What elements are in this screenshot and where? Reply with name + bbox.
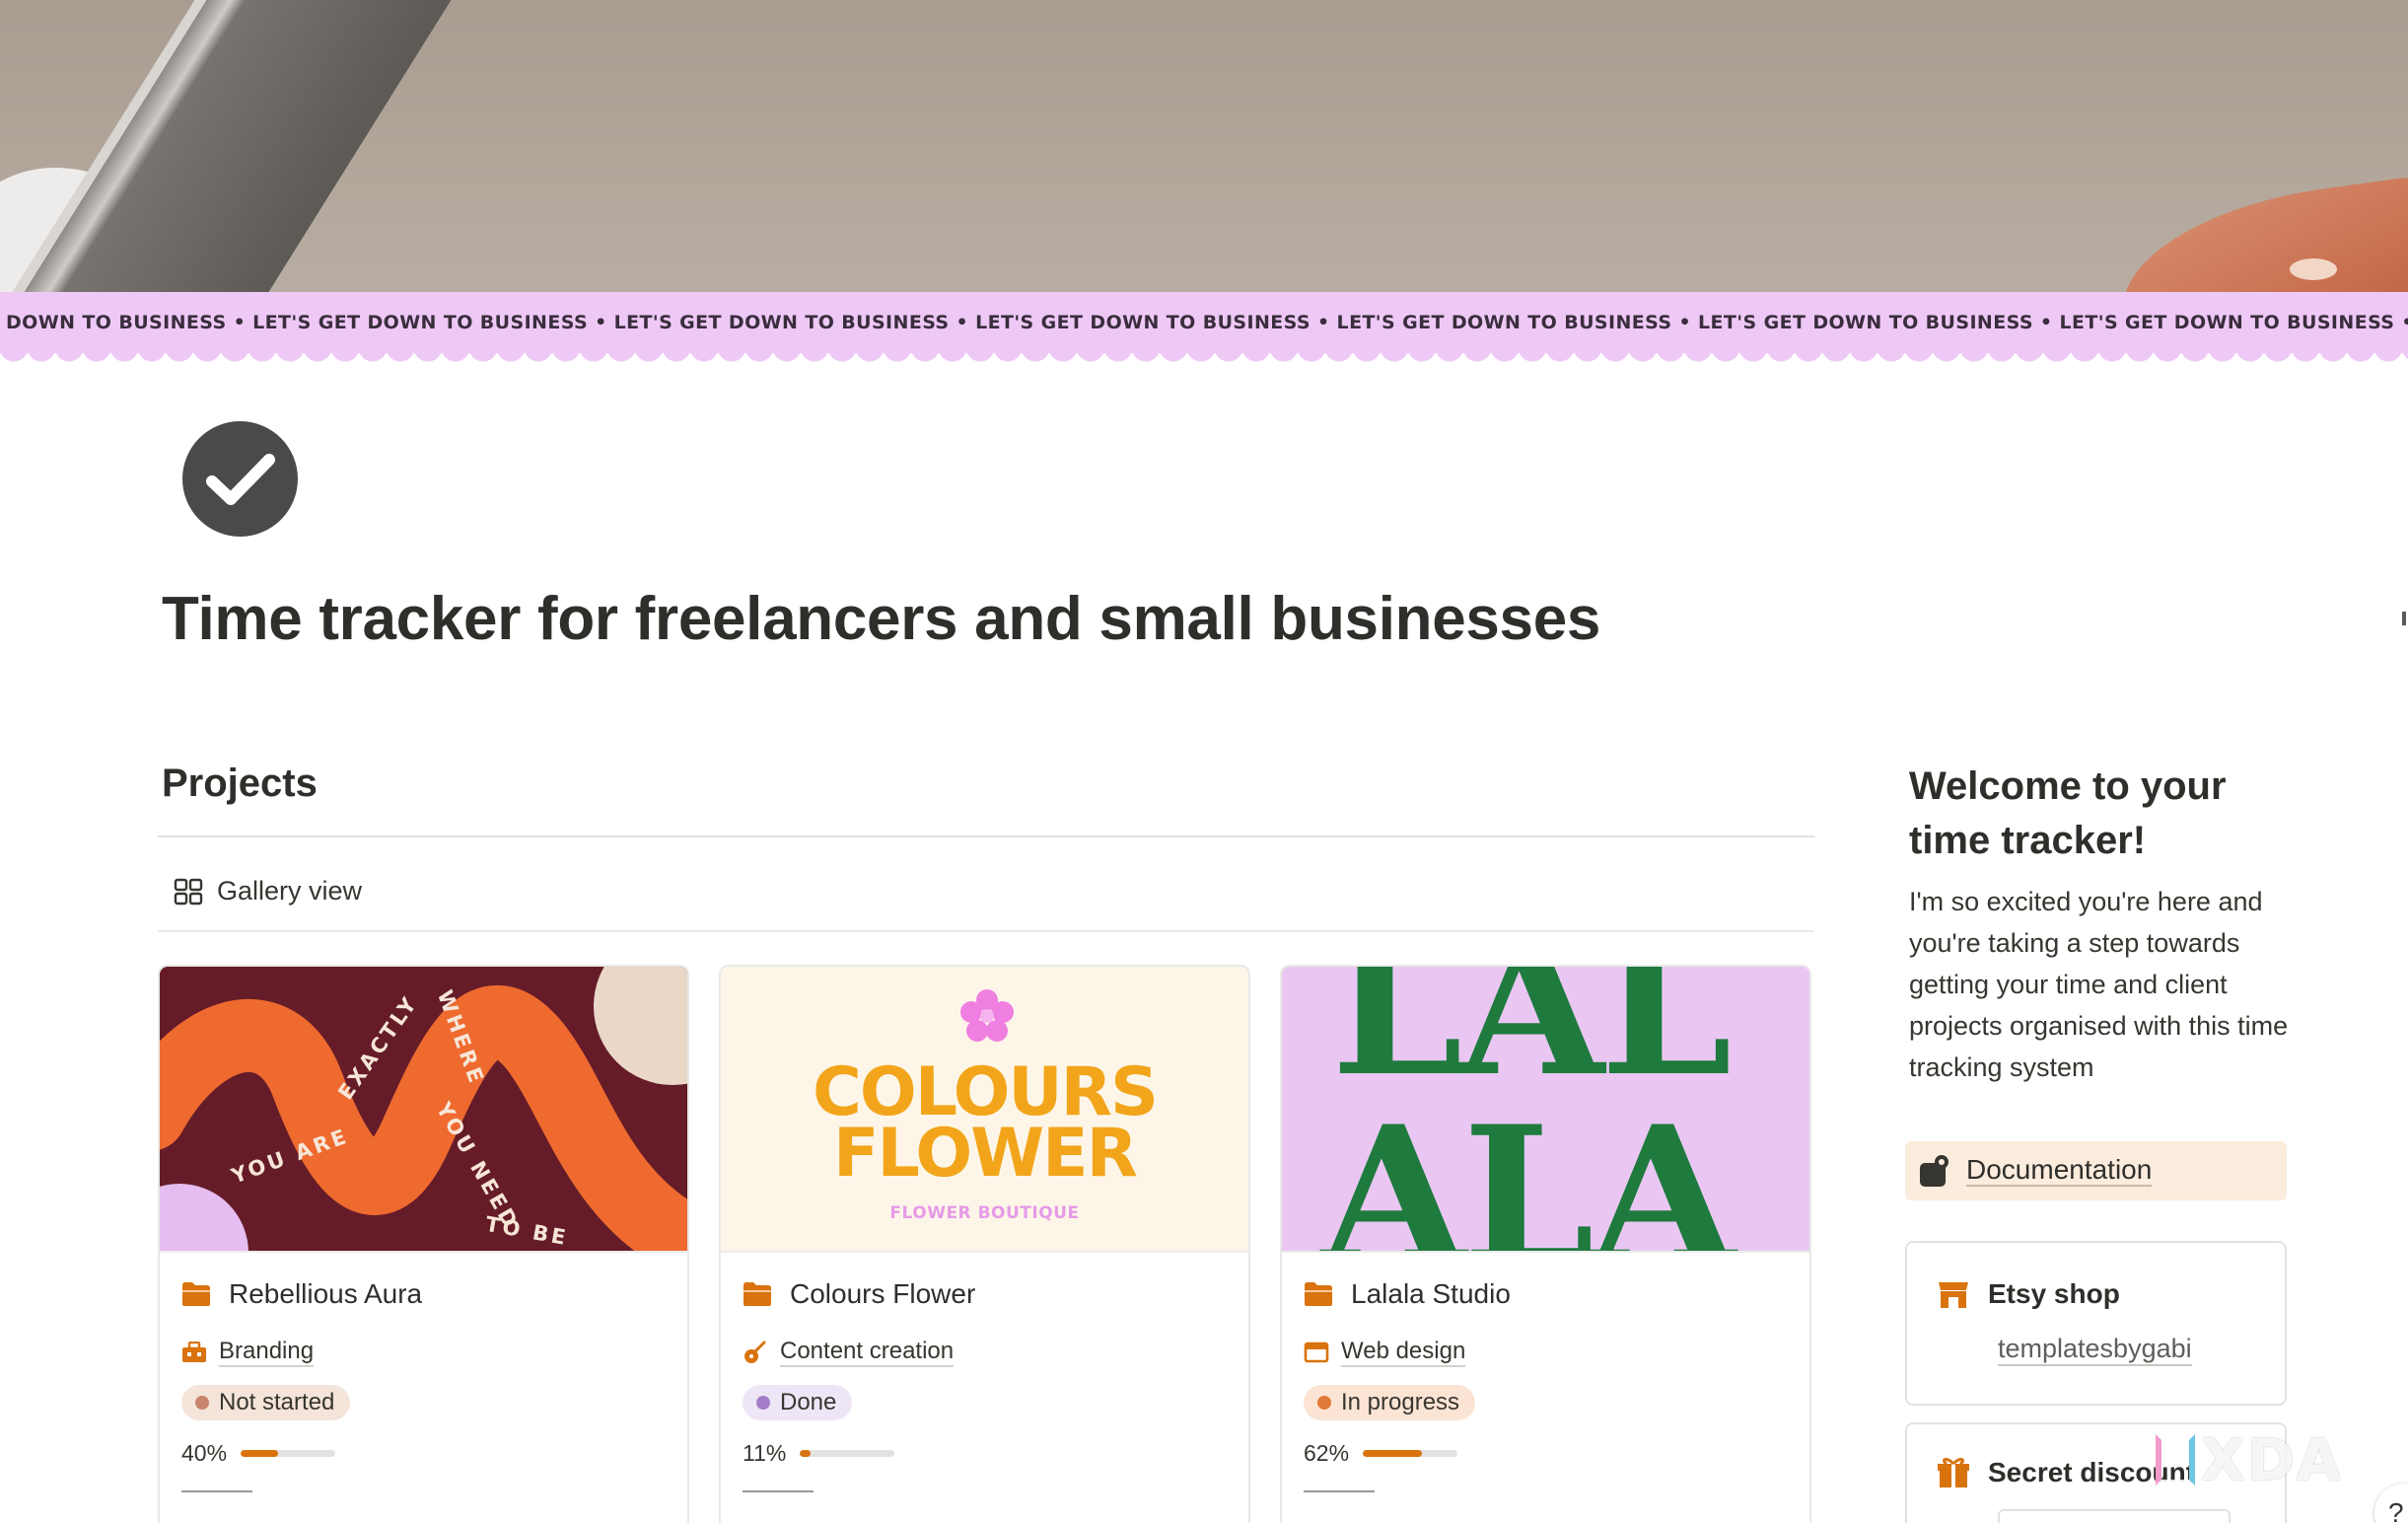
projects-heading[interactable]: Projects xyxy=(162,762,318,806)
cover-brand-sub: FLOWER BOUTIQUE xyxy=(889,1203,1080,1223)
gallery-grid-icon xyxy=(174,878,203,905)
cover-brand-line-2: FLOWER xyxy=(833,1115,1138,1193)
card-type-link[interactable]: Branding xyxy=(219,1338,315,1367)
welcome-text[interactable]: I'm so excited you're here and you're ta… xyxy=(1909,881,2294,1088)
section-divider xyxy=(158,835,1814,837)
folder-icon xyxy=(182,1282,210,1306)
puzzle-icon xyxy=(1920,1155,1948,1187)
documentation-label: Documentation xyxy=(1966,1154,2153,1188)
etsy-shop-callout[interactable]: Etsy shop templatesbygabi xyxy=(1905,1241,2287,1406)
cover-nail xyxy=(2290,258,2337,280)
banner-scallop-edge xyxy=(0,347,2408,369)
progress-value: 11% xyxy=(743,1439,787,1466)
banner-text: DOWN TO BUSINESS • LET'S GET DOWN TO BUS… xyxy=(6,312,2408,333)
card-type-link[interactable]: Content creation xyxy=(780,1338,955,1367)
folder-icon xyxy=(744,1282,771,1306)
card-cover-image: COLOURS FLOWER FLOWER BOUTIQUE xyxy=(721,967,1248,1253)
card-cover-image: LAL ALA xyxy=(1282,967,1809,1253)
project-card[interactable]: LAL ALA Lalala Studio Web design In prog… xyxy=(1280,965,1811,1523)
welcome-heading[interactable]: Welcome to your time tracker! xyxy=(1909,760,2284,868)
folder-icon xyxy=(1305,1282,1332,1306)
gift-icon xyxy=(1938,1457,1969,1487)
check-circle-icon[interactable] xyxy=(182,421,298,537)
status-dot xyxy=(195,1395,209,1410)
status-badge: Not started xyxy=(181,1384,351,1420)
status-dot xyxy=(1317,1395,1331,1410)
progress-fill xyxy=(800,1449,811,1457)
banner: DOWN TO BUSINESS • LET'S GET DOWN TO BUS… xyxy=(0,292,2408,353)
gallery-view-label: Gallery view xyxy=(217,876,363,906)
empty-property xyxy=(743,1489,814,1492)
card-cover-image: YOU ARE EXACTLY WHERE YOU NEED TO BE xyxy=(160,967,687,1253)
card-type-link[interactable]: Web design xyxy=(1341,1338,1466,1367)
page-title[interactable]: Time tracker for freelancers and small b… xyxy=(162,584,1600,654)
progress-fill xyxy=(241,1449,279,1457)
status-label: Done xyxy=(780,1388,837,1415)
project-card[interactable]: COLOURS FLOWER FLOWER BOUTIQUE Colours F… xyxy=(719,965,1250,1523)
etsy-shop-title: Etsy shop xyxy=(1988,1278,2120,1309)
card-title[interactable]: Colours Flower xyxy=(790,1278,975,1310)
status-badge: In progress xyxy=(1304,1384,1476,1420)
view-divider xyxy=(158,930,1814,932)
status-badge: Done xyxy=(743,1384,853,1420)
xda-logo-icon xyxy=(2156,1434,2195,1486)
progress-fill xyxy=(1363,1449,1422,1457)
progress-bar xyxy=(1363,1449,1458,1457)
etsy-shop-link[interactable]: templatesbygabi xyxy=(1998,1334,2192,1367)
status-label: Not started xyxy=(219,1388,335,1415)
card-title[interactable]: Rebellious Aura xyxy=(229,1278,422,1310)
discount-code-box xyxy=(1998,1509,2231,1523)
empty-property xyxy=(181,1489,252,1492)
cover-wave-shape xyxy=(160,985,687,1251)
guitar-icon xyxy=(744,1341,766,1363)
status-label: In progress xyxy=(1341,1388,1460,1415)
help-button[interactable]: ? xyxy=(2374,1484,2408,1523)
browser-icon xyxy=(1304,1342,1329,1363)
card-title[interactable]: Lalala Studio xyxy=(1351,1278,1511,1310)
gallery-view-tab[interactable]: Gallery view xyxy=(174,876,362,907)
cover-laptop xyxy=(0,0,476,292)
progress-bar xyxy=(241,1449,336,1457)
toolbox-icon xyxy=(182,1341,206,1362)
documentation-link[interactable]: Documentation xyxy=(1905,1141,2287,1200)
scroll-indicator xyxy=(2402,612,2406,625)
store-icon xyxy=(1939,1282,1968,1308)
watermark-text: XDA xyxy=(2201,1426,2343,1493)
flower-icon xyxy=(960,989,1014,1042)
progress-value: 62% xyxy=(1304,1439,1350,1466)
project-card[interactable]: YOU ARE EXACTLY WHERE YOU NEED TO BE Reb… xyxy=(158,965,689,1523)
status-dot xyxy=(756,1395,770,1410)
cover-image xyxy=(0,0,2408,292)
cover-hand xyxy=(2110,169,2408,292)
xda-watermark-logo: XDA xyxy=(2156,1426,2343,1493)
empty-property xyxy=(1304,1489,1375,1492)
help-icon: ? xyxy=(2388,1497,2404,1523)
progress-value: 40% xyxy=(181,1439,228,1466)
cover-lettering-2: ALA xyxy=(1321,1085,1735,1253)
progress-bar xyxy=(800,1449,895,1457)
